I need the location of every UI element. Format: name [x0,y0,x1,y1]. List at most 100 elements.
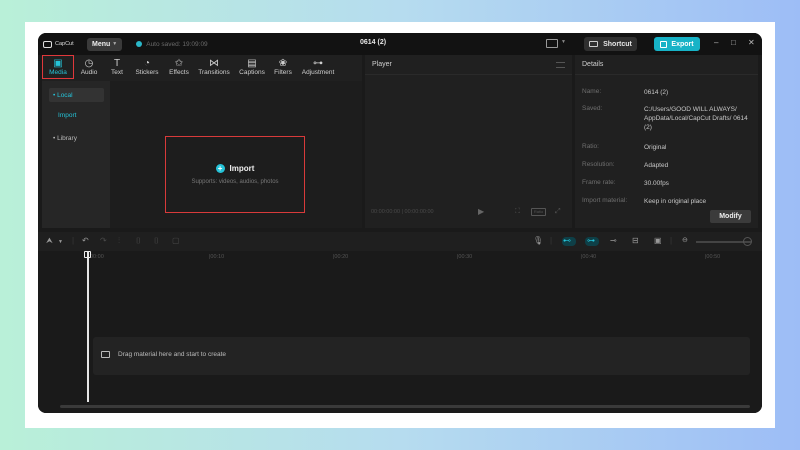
export-button[interactable]: Export [654,37,700,51]
ruler-tick: |00:20 [333,254,349,260]
menu-button[interactable]: Menu ▼ [87,37,123,51]
split-right-icon[interactable]: ⌷ [154,236,159,246]
sidebar-item-local[interactable]: • Local [49,88,104,102]
linkage-icon[interactable]: ⊸ [610,236,617,245]
details-panel: Details Name: 0614 (2) Saved: C:/Users/G… [575,55,758,228]
tab-audio[interactable]: ◷ Audio [74,55,104,79]
tab-media[interactable]: ▣ Media [42,55,74,79]
redo-icon[interactable]: ↷ [100,236,107,245]
media-panel: ▣ Media ◷ Audio T Text ◔ Stickers ✩ Effe… [42,55,362,228]
sidebar-item-library[interactable]: • Library [49,131,104,145]
divider: | [550,236,553,245]
app-logo-text: CapCut [55,41,74,47]
player-timecode: 00:00:00:00 | 00:00:00:00 [371,209,434,215]
delete-icon[interactable]: ▢ [172,236,180,245]
ruler-tick: |00:10 [209,254,225,260]
layout-chevron-icon[interactable]: ▼ [561,39,566,45]
import-button[interactable]: + Import Supports: videos, audios, photo… [165,136,305,213]
player-panel: Player 00:00:00:00 | 00:00:00:00 ▶ ⛶ Rat… [365,55,572,228]
ruler-tick: |00:40 [581,254,597,260]
audio-icon: ◷ [84,58,94,69]
title-bar: CapCut Menu ▼ Auto saved: 19:09:09 0614 … [38,33,762,55]
tab-effects[interactable]: ✩ Effects [164,55,194,79]
autosave-text: Auto saved: 19:09:09 [146,40,208,48]
export-label: Export [671,40,694,48]
divider: | [72,236,75,245]
cursor-chevron-icon[interactable]: ▼ [58,239,63,245]
media-icon: ▣ [53,58,63,69]
timeline-scrollbar[interactable] [60,405,750,408]
time-ruler: 00:00 |00:10 |00:20 |00:30 |00:40 |00:50 [38,251,762,263]
shortcut-label: Shortcut [603,40,632,48]
minimize-icon[interactable]: – [714,38,718,47]
microphone-icon[interactable]: 🎙 [533,236,543,245]
select-cursor-icon[interactable]: ⮝ [46,236,53,246]
detail-value: Keep in original place [644,198,707,205]
detail-label: Name: [582,88,602,95]
effects-icon: ✩ [174,58,184,69]
tab-effects-label: Effects [169,69,189,76]
player-header: Player [365,55,572,75]
play-icon[interactable]: ▶ [478,207,484,216]
maximize-icon[interactable]: □ [731,38,736,47]
timeline-area: 00:00 |00:10 |00:20 |00:30 |00:40 |00:50… [38,251,762,413]
fit-icon[interactable]: ⛶ [515,208,520,216]
tab-text[interactable]: T Text [104,55,130,79]
caption-icon[interactable]: ▣ [654,236,662,245]
detail-value: C:/Users/GOOD WILL ALWAYS/ AppData/Local… [644,106,748,131]
sidebar-item-import[interactable]: Import [58,112,76,119]
media-tabs: ▣ Media ◷ Audio T Text ◔ Stickers ✩ Effe… [42,55,362,81]
modify-button[interactable]: Modify [710,210,751,223]
menu-button-label: Menu [92,40,111,48]
undo-icon[interactable]: ↶ [82,236,89,245]
tab-filters-label: Filters [274,69,292,76]
detail-label: Saved: [582,105,603,112]
transitions-icon: ⋈ [209,58,219,69]
chevron-down-icon: ▼ [112,41,118,47]
link-clips-icon: ⊷ [563,236,571,245]
fullscreen-icon[interactable]: ⤢ [555,208,561,216]
project-title: 0614 (2) [360,39,387,46]
details-header: Details [575,55,758,75]
stickers-icon: ◔ [143,58,151,69]
playhead[interactable] [87,251,89,402]
sidebar-item-library-label: • Library [53,134,77,142]
filters-icon: ❀ [278,58,288,69]
layout-icon[interactable] [546,39,558,48]
detail-label: Ratio: [582,143,599,150]
timeline-toolbar: ⮝ ▼ | ↶ ↷ ⫶ ⌷ ⌷ ▢ 🎙 | ⊷ ⊶ ⊸ ⊟ ▣ | ⊖ [38,232,762,251]
main-track-dropzone[interactable]: Drag material here and start to create [93,337,750,375]
keyboard-icon [589,41,599,47]
shortcut-button[interactable]: Shortcut [584,37,637,51]
preview-axis-icon[interactable]: ⊟ [632,236,639,245]
tab-adjustment-label: Adjustment [301,69,335,76]
detail-value: 0614 (2) [644,89,669,96]
split-left-icon[interactable]: ⌷ [136,236,141,246]
text-icon: T [113,58,121,69]
tab-stickers-label: Stickers [135,69,159,76]
zoom-out-icon[interactable]: ⊖ [682,236,688,244]
hamburger-icon[interactable] [556,62,565,68]
tab-media-label: Media [49,69,67,76]
import-row: + Import [215,164,254,173]
snap-icon: ⊶ [587,236,595,245]
zoom-slider-knob[interactable] [743,237,752,246]
player-title: Player [372,61,392,68]
tab-filters[interactable]: ❀ Filters [270,55,296,79]
cloud-saved-icon [136,41,143,47]
ratio-button[interactable]: Ratio [531,208,546,216]
tab-captions[interactable]: ▤ Captions [234,55,270,79]
close-icon[interactable]: ✕ [748,38,755,47]
tab-text-label: Text [111,69,123,76]
modify-label: Modify [719,213,742,220]
detail-label: Frame rate: [582,179,616,186]
tab-adjustment[interactable]: ⊶ Adjustment [296,55,340,79]
capcut-window: CapCut Menu ▼ Auto saved: 19:09:09 0614 … [38,33,762,413]
tab-stickers[interactable]: ◔ Stickers [130,55,164,79]
detail-label: Import material: [582,197,628,204]
details-title: Details [582,61,604,68]
split-icon[interactable]: ⫶ [118,236,120,246]
dropzone-hint: Drag material here and start to create [101,351,226,358]
detail-value: 30.00fps [644,180,669,187]
tab-transitions[interactable]: ⋈ Transitions [194,55,234,79]
